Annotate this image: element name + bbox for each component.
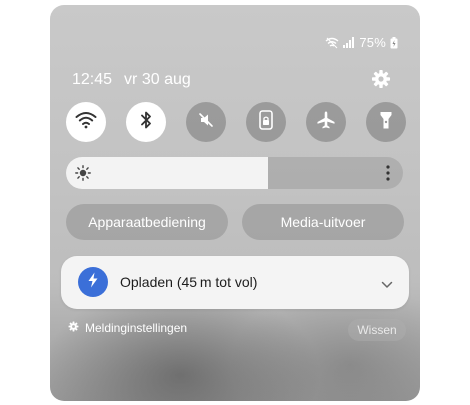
notification-title: Opladen (45 m tot vol) [120,274,258,290]
quick-panel: 75% 12:45 vr 30 aug Apparaatbediening Me… [50,5,420,401]
bluetooth-icon [139,110,153,135]
lock-icon [258,109,274,135]
sun-icon [75,165,91,186]
lightning-bolt-icon [87,272,99,293]
flashlight-icon [379,110,393,135]
clock-time: 12:45 [72,71,113,88]
airplane-icon [316,110,336,135]
battery-charging-icon [390,36,398,49]
mute-icon [197,111,215,134]
gear-icon [371,69,391,94]
settings-button[interactable] [370,69,392,94]
signal-bars-icon [343,37,355,48]
device-control-button[interactable]: Apparaatbediening [66,204,228,240]
flashlight-toggle[interactable] [366,102,406,142]
charging-notification[interactable]: Opladen (45 m tot vol) [61,256,409,309]
bluetooth-toggle[interactable] [126,102,166,142]
wifi-calling-icon [325,37,339,49]
brightness-slider[interactable] [66,157,403,189]
mute-toggle[interactable] [186,102,226,142]
date-time: 12:45 vr 30 aug [72,71,191,89]
gear-icon [68,321,79,335]
brightness-level-fill [66,157,269,189]
notification-settings-label: Meldinginstellingen [85,321,188,335]
clock-date: vr 30 aug [124,71,191,88]
airplane-toggle[interactable] [306,102,346,142]
wifi-icon [75,111,97,134]
battery-percent: 75% [359,35,386,50]
status-bar: 75% [325,35,398,50]
notification-settings-link[interactable]: Meldinginstellingen [68,321,187,335]
more-options-icon[interactable] [385,164,391,182]
wifi-toggle[interactable] [66,102,106,142]
notification-app-icon [78,267,108,297]
clear-button[interactable]: Wissen [348,319,406,341]
media-output-button[interactable]: Media-uitvoer [242,204,404,240]
chevron-down-icon[interactable] [381,276,393,294]
quick-toggles [66,102,406,142]
screen-lock-toggle[interactable] [246,102,286,142]
